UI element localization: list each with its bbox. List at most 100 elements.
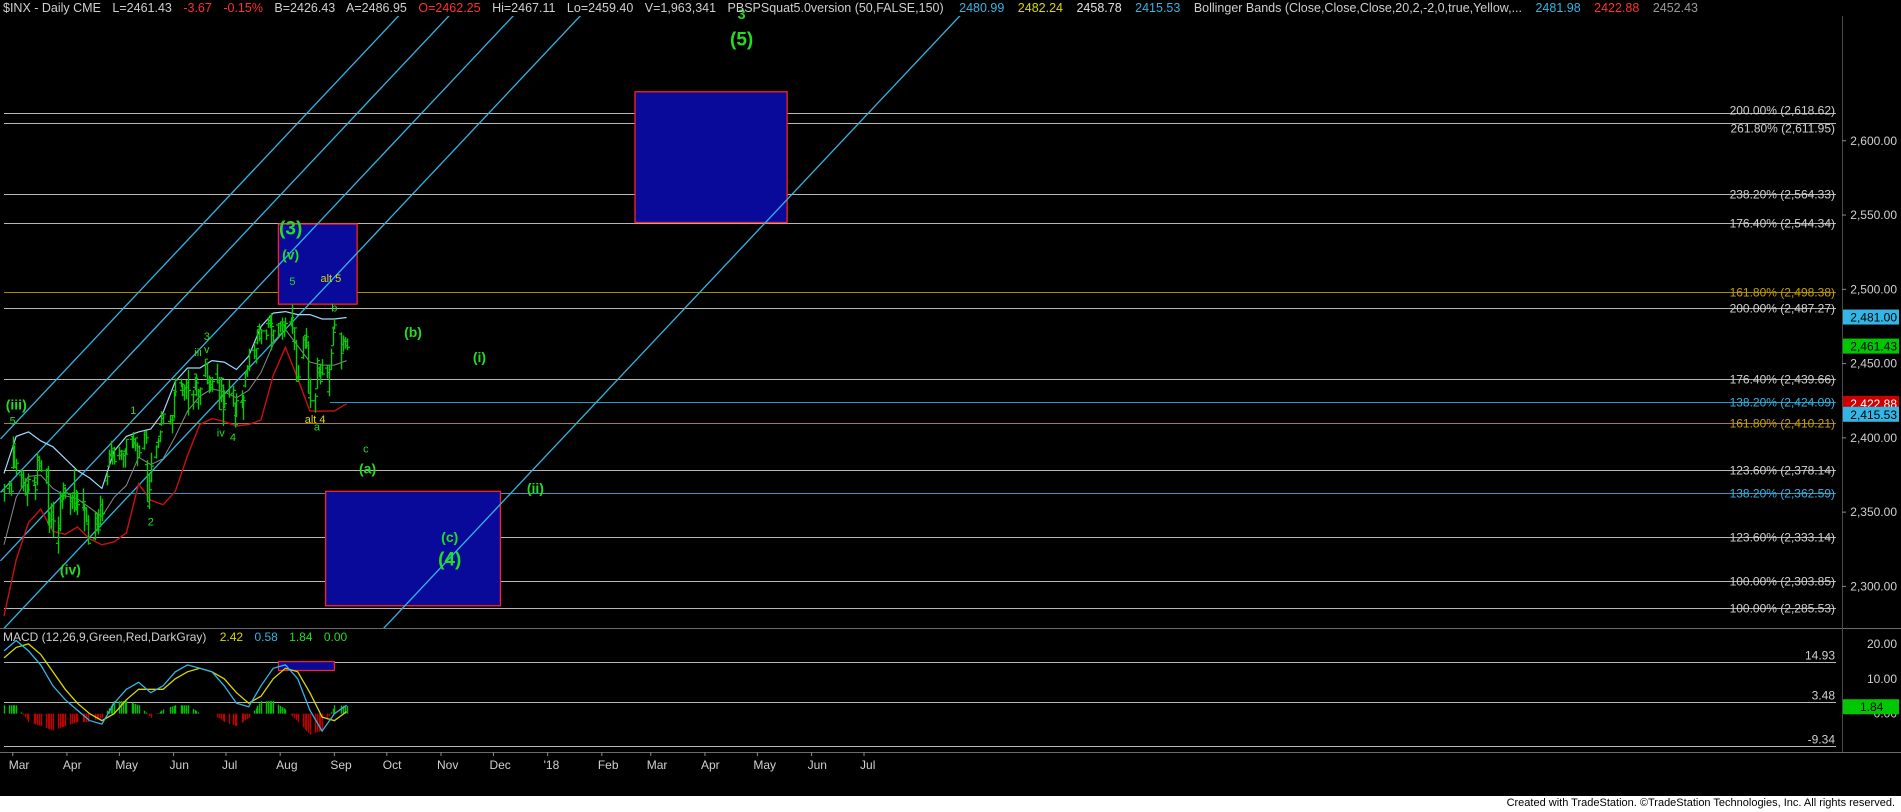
- bollinger-label: Bollinger Bands (Close,Close,Close,20,2,…: [1194, 1, 1522, 15]
- wave-label: (b): [404, 324, 422, 340]
- wave-5-target-box: [634, 91, 788, 224]
- price-marker-label: 2,481.00: [1850, 311, 1897, 325]
- date-tick-label: May: [753, 758, 776, 772]
- fib-label: 138.20% (2,362.59): [1730, 487, 1835, 501]
- date-tick-label: Mar: [9, 758, 30, 772]
- wave-label: iv: [217, 427, 225, 439]
- macd-value-3: 1.84: [289, 630, 313, 644]
- study-value-3: 2458.78: [1076, 1, 1121, 15]
- copyright-text: Created with TradeStation. ©TradeStation…: [1506, 797, 1895, 809]
- ask-price: A=2486.95: [346, 1, 407, 15]
- date-tick-label: Apr: [63, 758, 82, 772]
- price-tick-label: 2,350.00: [1850, 505, 1897, 519]
- date-tick-label: Jun: [170, 758, 189, 772]
- wave-label: 5: [10, 415, 16, 427]
- date-tick-label: Aug: [276, 758, 297, 772]
- wave-label: (iii): [6, 397, 27, 413]
- price-change-pct: -0.15%: [223, 1, 263, 15]
- wave-label: 1: [130, 405, 136, 417]
- price-chart[interactable]: 200.00% (2,618.62) 261.80% (2,611.95) 238.…: [0, 0, 1901, 812]
- wave-label: (3): [279, 218, 302, 239]
- date-tick-label: May: [115, 758, 138, 772]
- symbol-label: $INX - Daily CME: [3, 1, 101, 15]
- fib-label: 238.20% (2,564.33): [1730, 188, 1835, 202]
- wave-label: (a): [359, 461, 376, 477]
- price-tick-label: 2,550.00: [1850, 208, 1897, 222]
- chart-background: [0, 0, 1901, 812]
- date-tick-label: '18: [544, 758, 560, 772]
- macd-level-label: 14.93: [1805, 649, 1835, 663]
- wave-label: (i): [473, 349, 486, 365]
- price-tick-label: 2,500.00: [1850, 282, 1897, 296]
- wave-label: (v): [282, 247, 299, 263]
- fib-label: 123.60% (2,378.14): [1730, 464, 1835, 478]
- fib-label: 100.00% (2,285.53): [1730, 602, 1835, 616]
- fib-label: 123.60% (2,333.14): [1730, 531, 1835, 545]
- wave-label: 5: [289, 276, 295, 288]
- macd-value-2: 0.58: [254, 630, 278, 644]
- bb-value-lower: 2422.88: [1594, 1, 1639, 15]
- last-price: L=2461.43: [112, 1, 171, 15]
- study-value-2: 2482.24: [1018, 1, 1063, 15]
- date-tick-label: Feb: [598, 758, 619, 772]
- study-value-1: 2480.99: [959, 1, 1004, 15]
- price-marker-label: 2,415.53: [1850, 408, 1897, 422]
- volume: V=1,963,341: [645, 1, 716, 15]
- wave-label: (ii): [527, 480, 544, 496]
- wave-label: (iv): [60, 562, 81, 578]
- macd-header: MACD (12,26,9,Green,Red,DarkGray) 2.42 0…: [3, 630, 348, 644]
- macd-label: MACD (12,26,9,Green,Red,DarkGray): [3, 630, 206, 644]
- bb-value-upper: 2481.98: [1535, 1, 1580, 15]
- fib-label: 100.00% (2,303.85): [1730, 575, 1835, 589]
- date-tick-label: Sep: [330, 758, 352, 772]
- wave-label: v: [204, 344, 210, 356]
- low-price: Lo=2459.40: [567, 1, 633, 15]
- macd-value-1: 2.42: [220, 630, 244, 644]
- macd-tick-label: 20.00: [1867, 637, 1897, 651]
- price-change: -3.67: [183, 1, 212, 15]
- date-tick-label: Apr: [701, 758, 720, 772]
- date-tick-label: Jul: [222, 758, 237, 772]
- chart-header: $INX - Daily CME L=2461.43 -3.67 -0.15% …: [3, 1, 1698, 15]
- high-price: Hi=2467.11: [492, 1, 555, 15]
- study-value-4: 2415.53: [1135, 1, 1180, 15]
- wave-label: (4): [438, 550, 461, 571]
- fib-label: 176.40% (2,439.66): [1730, 373, 1835, 387]
- macd-tick-label: 10.00: [1867, 672, 1897, 686]
- fib-label: 200.00% (2,487.27): [1730, 302, 1835, 316]
- wave-label: 4: [230, 432, 236, 444]
- price-marker-label: 2,461.43: [1850, 340, 1897, 354]
- date-tick-label: Mar: [647, 758, 668, 772]
- price-tick-label: 2,600.00: [1850, 134, 1897, 148]
- macd-level-label: 3.48: [1812, 689, 1836, 703]
- fib-label: 176.40% (2,544.34): [1730, 217, 1835, 231]
- price-tick-label: 2,450.00: [1850, 357, 1897, 371]
- date-tick-label: Dec: [489, 758, 510, 772]
- wave-label: (5): [730, 30, 753, 51]
- footer-bar: Created with TradeStation. ©TradeStation…: [0, 796, 1901, 812]
- wave-label: 3: [204, 331, 210, 343]
- date-tick-label: Jun: [808, 758, 827, 772]
- macd-level-label: -9.34: [1808, 733, 1836, 747]
- open-price: O=2462.25: [418, 1, 480, 15]
- alt-wave-label: alt 5: [320, 273, 341, 285]
- date-tick-label: Nov: [437, 758, 458, 772]
- bid-price: B=2426.43: [274, 1, 335, 15]
- study-label: PBSPSquat5.0version (50,FALSE,150): [728, 1, 944, 15]
- price-tick-label: 2,400.00: [1850, 431, 1897, 445]
- wave-label: c: [363, 444, 369, 456]
- fib-label: 200.00% (2,618.62): [1730, 104, 1835, 118]
- date-tick-label: Oct: [383, 758, 402, 772]
- alt-wave-label: alt 4: [305, 414, 326, 426]
- wave-label: (c): [441, 529, 458, 545]
- fib-label: 138.20% (2,424.09): [1730, 396, 1835, 410]
- fib-label: 161.80% (2,498.38): [1730, 286, 1835, 300]
- macd-marker-label: 1.84: [1860, 700, 1884, 714]
- wave-label: iii: [194, 347, 201, 359]
- macd-value-4: 0.00: [324, 630, 348, 644]
- fib-label: 161.80% (2,410.21): [1730, 417, 1835, 431]
- fib-label: 261.80% (2,611.95): [1730, 122, 1835, 136]
- bb-value-mid: 2452.43: [1653, 1, 1698, 15]
- wave-4-target-box: [324, 490, 502, 607]
- wave-label: 2: [148, 517, 154, 529]
